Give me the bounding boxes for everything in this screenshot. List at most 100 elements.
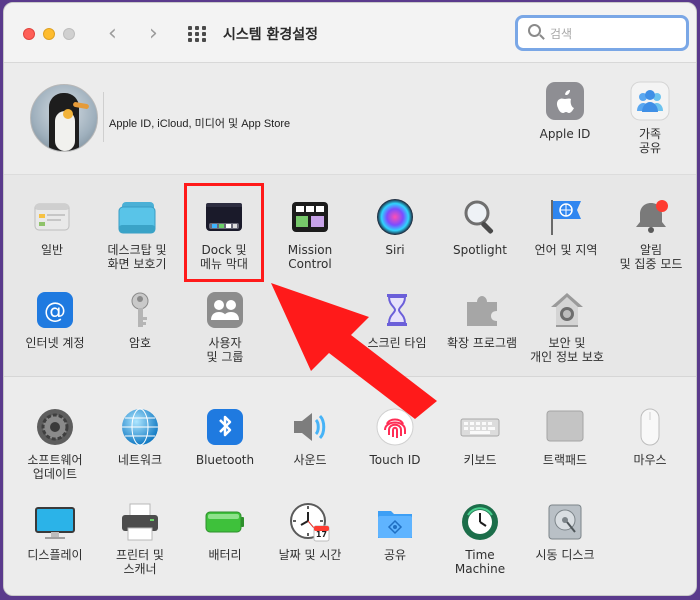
pref-sharing[interactable]: 공유 (347, 502, 443, 562)
mission-control-icon (290, 197, 330, 237)
sharing-icon (375, 502, 415, 542)
pref-battery[interactable]: 배터리 (177, 502, 273, 562)
desktop-screensaver-label: 데스크탑 및 화면 보호기 (107, 243, 167, 271)
notifications-icon (631, 197, 671, 237)
trackpad-icon (545, 407, 585, 447)
user-avatar[interactable] (30, 84, 98, 152)
displays-icon (35, 502, 75, 542)
pref-displays[interactable]: 디스플레이 (7, 502, 103, 562)
bluetooth-label: Bluetooth (195, 453, 255, 467)
date-time-label: 날짜 및 시간 (278, 548, 342, 562)
pref-trackpad[interactable]: 트랙패드 (517, 407, 613, 467)
software-update-label: 소프트웨어 업데이트 (27, 453, 83, 481)
title-bar: ‹ › 시스템 환경설정 검색 (4, 3, 696, 63)
pref-passwords[interactable]: 암호 (92, 290, 188, 350)
minimize-window-button[interactable] (43, 28, 55, 40)
time-machine-label: Time Machine (454, 548, 506, 576)
pref-notifications[interactable]: 알림 및 집중 모드 (603, 197, 696, 271)
forward-chevron-icon[interactable]: › (149, 21, 158, 46)
extensions-icon (462, 290, 502, 330)
battery-label: 배터리 (208, 548, 242, 562)
users-groups-icon (205, 290, 245, 330)
passwords-icon (120, 290, 160, 330)
battery-icon (205, 502, 245, 542)
apple-id-account-label[interactable]: Apple ID, iCloud, 미디어 및 App Store (109, 115, 290, 131)
bluetooth-icon (205, 407, 245, 447)
keyboard-label: 키보드 (463, 453, 497, 467)
startup-disk-label: 시동 디스크 (535, 548, 595, 562)
pref-spotlight[interactable]: Spotlight (432, 197, 528, 257)
security-privacy-label: 보안 및 개인 정보 보호 (530, 336, 604, 364)
spotlight-label: Spotlight (453, 243, 507, 257)
mouse-label: 마우스 (633, 453, 667, 467)
internet-accounts-icon: @ (35, 290, 75, 330)
language-region-icon (546, 197, 586, 237)
general-icon (32, 197, 72, 237)
pref-printers-scanners[interactable]: 프린터 및 스캐너 (92, 502, 188, 576)
siri-label: Siri (385, 243, 405, 257)
apple-id-icon (545, 81, 585, 121)
pref-general[interactable]: 일반 (4, 197, 100, 257)
window-title: 시스템 환경설정 (223, 27, 319, 43)
family-sharing-label: 가족 공유 (638, 127, 662, 155)
pref-family-sharing[interactable]: 가족 공유 (602, 81, 696, 155)
network-icon (120, 407, 160, 447)
pref-date-time[interactable]: 17 날짜 및 시간 (262, 502, 358, 562)
spotlight-icon (460, 197, 500, 237)
displays-label: 디스플레이 (27, 548, 83, 562)
sound-label: 사운드 (293, 453, 327, 467)
pref-desktop-screensaver[interactable]: 데스크탑 및 화면 보호기 (89, 197, 185, 271)
passwords-label: 암호 (128, 336, 152, 350)
printers-scanners-label: 프린터 및 스캐너 (116, 548, 164, 576)
pref-network[interactable]: 네트워크 (92, 407, 188, 467)
security-privacy-icon (547, 290, 587, 330)
pref-keyboard[interactable]: 키보드 (432, 407, 528, 467)
pref-software-update[interactable]: 소프트웨어 업데이트 (7, 407, 103, 481)
printers-scanners-icon (120, 502, 160, 542)
system-preferences-window: ‹ › 시스템 환경설정 검색 Apple ID, iCloud, 미디어 및 … (3, 2, 697, 596)
pref-language-region[interactable]: 언어 및 지역 (518, 197, 614, 257)
pref-security-privacy[interactable]: 보안 및 개인 정보 보호 (519, 290, 615, 364)
software-update-icon (35, 407, 75, 447)
pref-apple-id[interactable]: Apple ID (517, 81, 613, 141)
calendar-day-number: 17 (315, 530, 328, 539)
pref-internet-accounts[interactable]: @ 인터넷 계정 (7, 290, 103, 350)
search-field[interactable]: 검색 (515, 15, 689, 51)
time-machine-icon (460, 502, 500, 542)
mission-control-label: Mission Control (287, 243, 333, 271)
trackpad-label: 트랙패드 (542, 453, 588, 467)
show-all-grid-icon[interactable] (188, 26, 206, 42)
pref-startup-disk[interactable]: 시동 디스크 (517, 502, 613, 562)
search-icon (528, 24, 541, 37)
startup-disk-icon (545, 502, 585, 542)
apple-id-label: Apple ID (539, 127, 591, 141)
pref-time-machine[interactable]: Time Machine (432, 502, 528, 576)
pref-siri[interactable]: Siri (347, 197, 443, 257)
touch-id-label: Touch ID (369, 453, 421, 467)
annotation-arrow-icon (271, 283, 437, 419)
svg-text:@: @ (44, 299, 66, 324)
highlight-box-dock-menubar (184, 183, 264, 282)
siri-icon (375, 197, 415, 237)
pref-extensions[interactable]: 확장 프로그램 (434, 290, 530, 350)
sharing-label: 공유 (383, 548, 407, 562)
search-placeholder: 검색 (550, 27, 573, 41)
desktop-screensaver-icon (117, 197, 157, 237)
close-window-button[interactable] (23, 28, 35, 40)
general-label: 일반 (40, 243, 64, 257)
keyboard-icon (460, 407, 500, 447)
family-sharing-icon (630, 81, 670, 121)
apple-id-profile-section: Apple ID, iCloud, 미디어 및 App Store Apple … (4, 63, 696, 175)
date-time-icon: 17 (290, 502, 330, 542)
internet-accounts-label: 인터넷 계정 (25, 336, 85, 350)
mouse-icon (630, 407, 670, 447)
notifications-label: 알림 및 집중 모드 (619, 243, 683, 271)
profile-divider (103, 92, 104, 142)
network-label: 네트워크 (117, 453, 163, 467)
zoom-window-button[interactable] (63, 28, 75, 40)
extensions-label: 확장 프로그램 (446, 336, 518, 350)
back-chevron-icon[interactable]: ‹ (108, 21, 117, 46)
pref-mouse[interactable]: 마우스 (602, 407, 696, 467)
language-region-label: 언어 및 지역 (534, 243, 598, 257)
pref-mission-control[interactable]: Mission Control (262, 197, 358, 271)
